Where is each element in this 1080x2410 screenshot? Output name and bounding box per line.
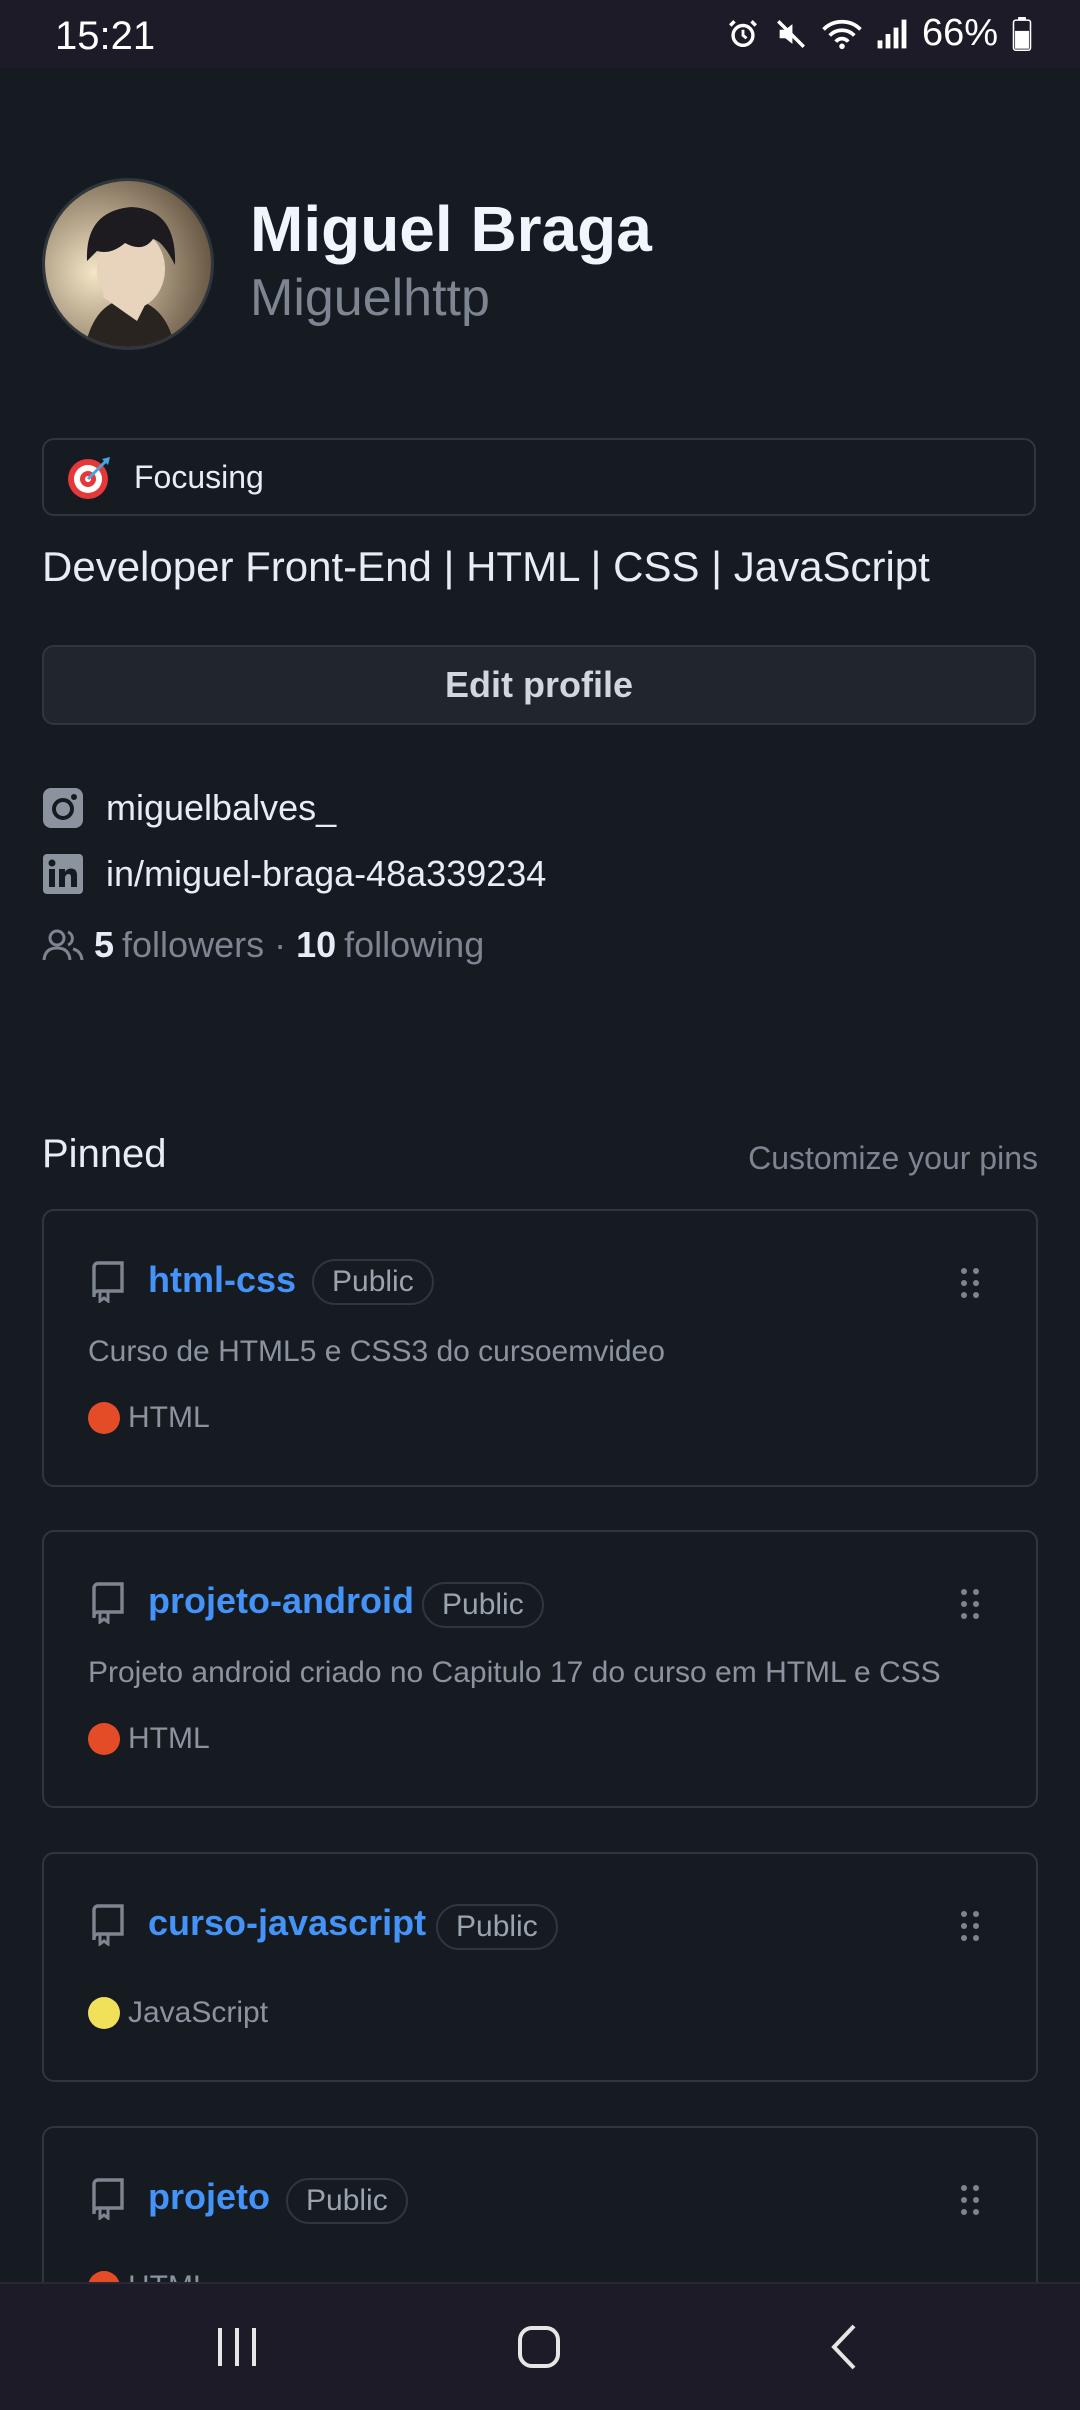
followers-count: 5 (94, 924, 115, 965)
battery-icon (1012, 16, 1032, 51)
repo-name-link[interactable]: projeto-android (148, 1580, 414, 1622)
system-navigation-bar (0, 2282, 1080, 2410)
language-name: HTML (128, 1722, 210, 1755)
visibility-badge: Public (286, 2178, 408, 2224)
pinned-repo-card[interactable]: curso-javascript Public JavaScript (42, 1852, 1038, 2082)
avatar-illustration (45, 181, 211, 347)
repo-name-link[interactable]: projeto (148, 2176, 270, 2218)
repo-icon (92, 2178, 124, 2220)
repo-language: HTML (88, 1401, 210, 1435)
visibility-badge: Public (312, 1259, 434, 1305)
drag-handle-icon[interactable] (958, 1586, 982, 1622)
status-bar: 15:21 66% (0, 0, 1080, 68)
drag-handle-icon[interactable] (958, 1265, 982, 1301)
visibility-badge: Public (422, 1582, 544, 1628)
language-color-dot (88, 1402, 120, 1434)
mute-icon (776, 19, 805, 48)
linkedin-link[interactable]: in/miguel-braga-48a339234 (42, 853, 546, 895)
repo-description: Curso de HTML5 e CSS3 do cursoemvideo (88, 1335, 665, 1368)
repo-name-link[interactable]: html-css (148, 1259, 296, 1301)
signal-icon (877, 19, 907, 48)
linkedin-icon (43, 854, 83, 894)
followers-label: followers (122, 924, 265, 965)
following-label: following (344, 924, 485, 965)
status-button[interactable]: Focusing (42, 438, 1036, 516)
avatar[interactable] (42, 178, 214, 350)
linkedin-handle: in/miguel-braga-48a339234 (106, 853, 547, 894)
pinned-title: Pinned (42, 1132, 167, 1176)
target-icon (68, 457, 110, 499)
instagram-link[interactable]: miguelbalves_ (42, 787, 336, 829)
repo-icon (92, 1904, 124, 1946)
instagram-icon (43, 788, 83, 828)
edit-profile-button[interactable]: Edit profile (42, 645, 1036, 725)
profile-bio: Developer Front-End | HTML | CSS | JavaS… (42, 543, 930, 590)
back-icon[interactable] (826, 2322, 862, 2372)
instagram-handle: miguelbalves_ (106, 787, 337, 828)
repo-icon (92, 1582, 124, 1624)
alarm-icon (728, 19, 757, 47)
status-time: 15:21 (55, 14, 156, 58)
language-color-dot (88, 1997, 120, 2029)
recent-apps-icon[interactable] (214, 2322, 260, 2372)
followers-row[interactable]: 5 followers · 10 following (42, 924, 484, 966)
repo-description: Projeto android criado no Capitulo 17 do… (88, 1656, 941, 1689)
people-icon (42, 929, 84, 961)
profile-name: Miguel Braga (250, 193, 652, 265)
language-name: JavaScript (128, 1996, 269, 2029)
repo-language: JavaScript (88, 1996, 268, 2030)
customize-pins-link[interactable]: Customize your pins (748, 1140, 1038, 1177)
pinned-repo-card[interactable]: projeto-android Public Projeto android c… (42, 1530, 1038, 1808)
repo-language: HTML (88, 1722, 210, 1756)
language-color-dot (88, 1723, 120, 1755)
wifi-icon (822, 19, 862, 49)
drag-handle-icon[interactable] (958, 1908, 982, 1944)
repo-name-link[interactable]: curso-javascript (148, 1902, 426, 1944)
home-icon[interactable] (516, 2322, 564, 2372)
following-count: 10 (296, 924, 337, 965)
repo-icon (92, 1261, 124, 1303)
drag-handle-icon[interactable] (958, 2182, 982, 2218)
status-text: Focusing (134, 458, 264, 495)
language-name: HTML (128, 1401, 210, 1434)
follow-separator: · (274, 924, 287, 965)
profile-username: Miguelhttp (250, 269, 490, 327)
pinned-repo-card[interactable]: html-css Public Curso de HTML5 e CSS3 do… (42, 1209, 1038, 1487)
visibility-badge: Public (436, 1904, 558, 1950)
battery-percent: 66% (921, 12, 998, 54)
